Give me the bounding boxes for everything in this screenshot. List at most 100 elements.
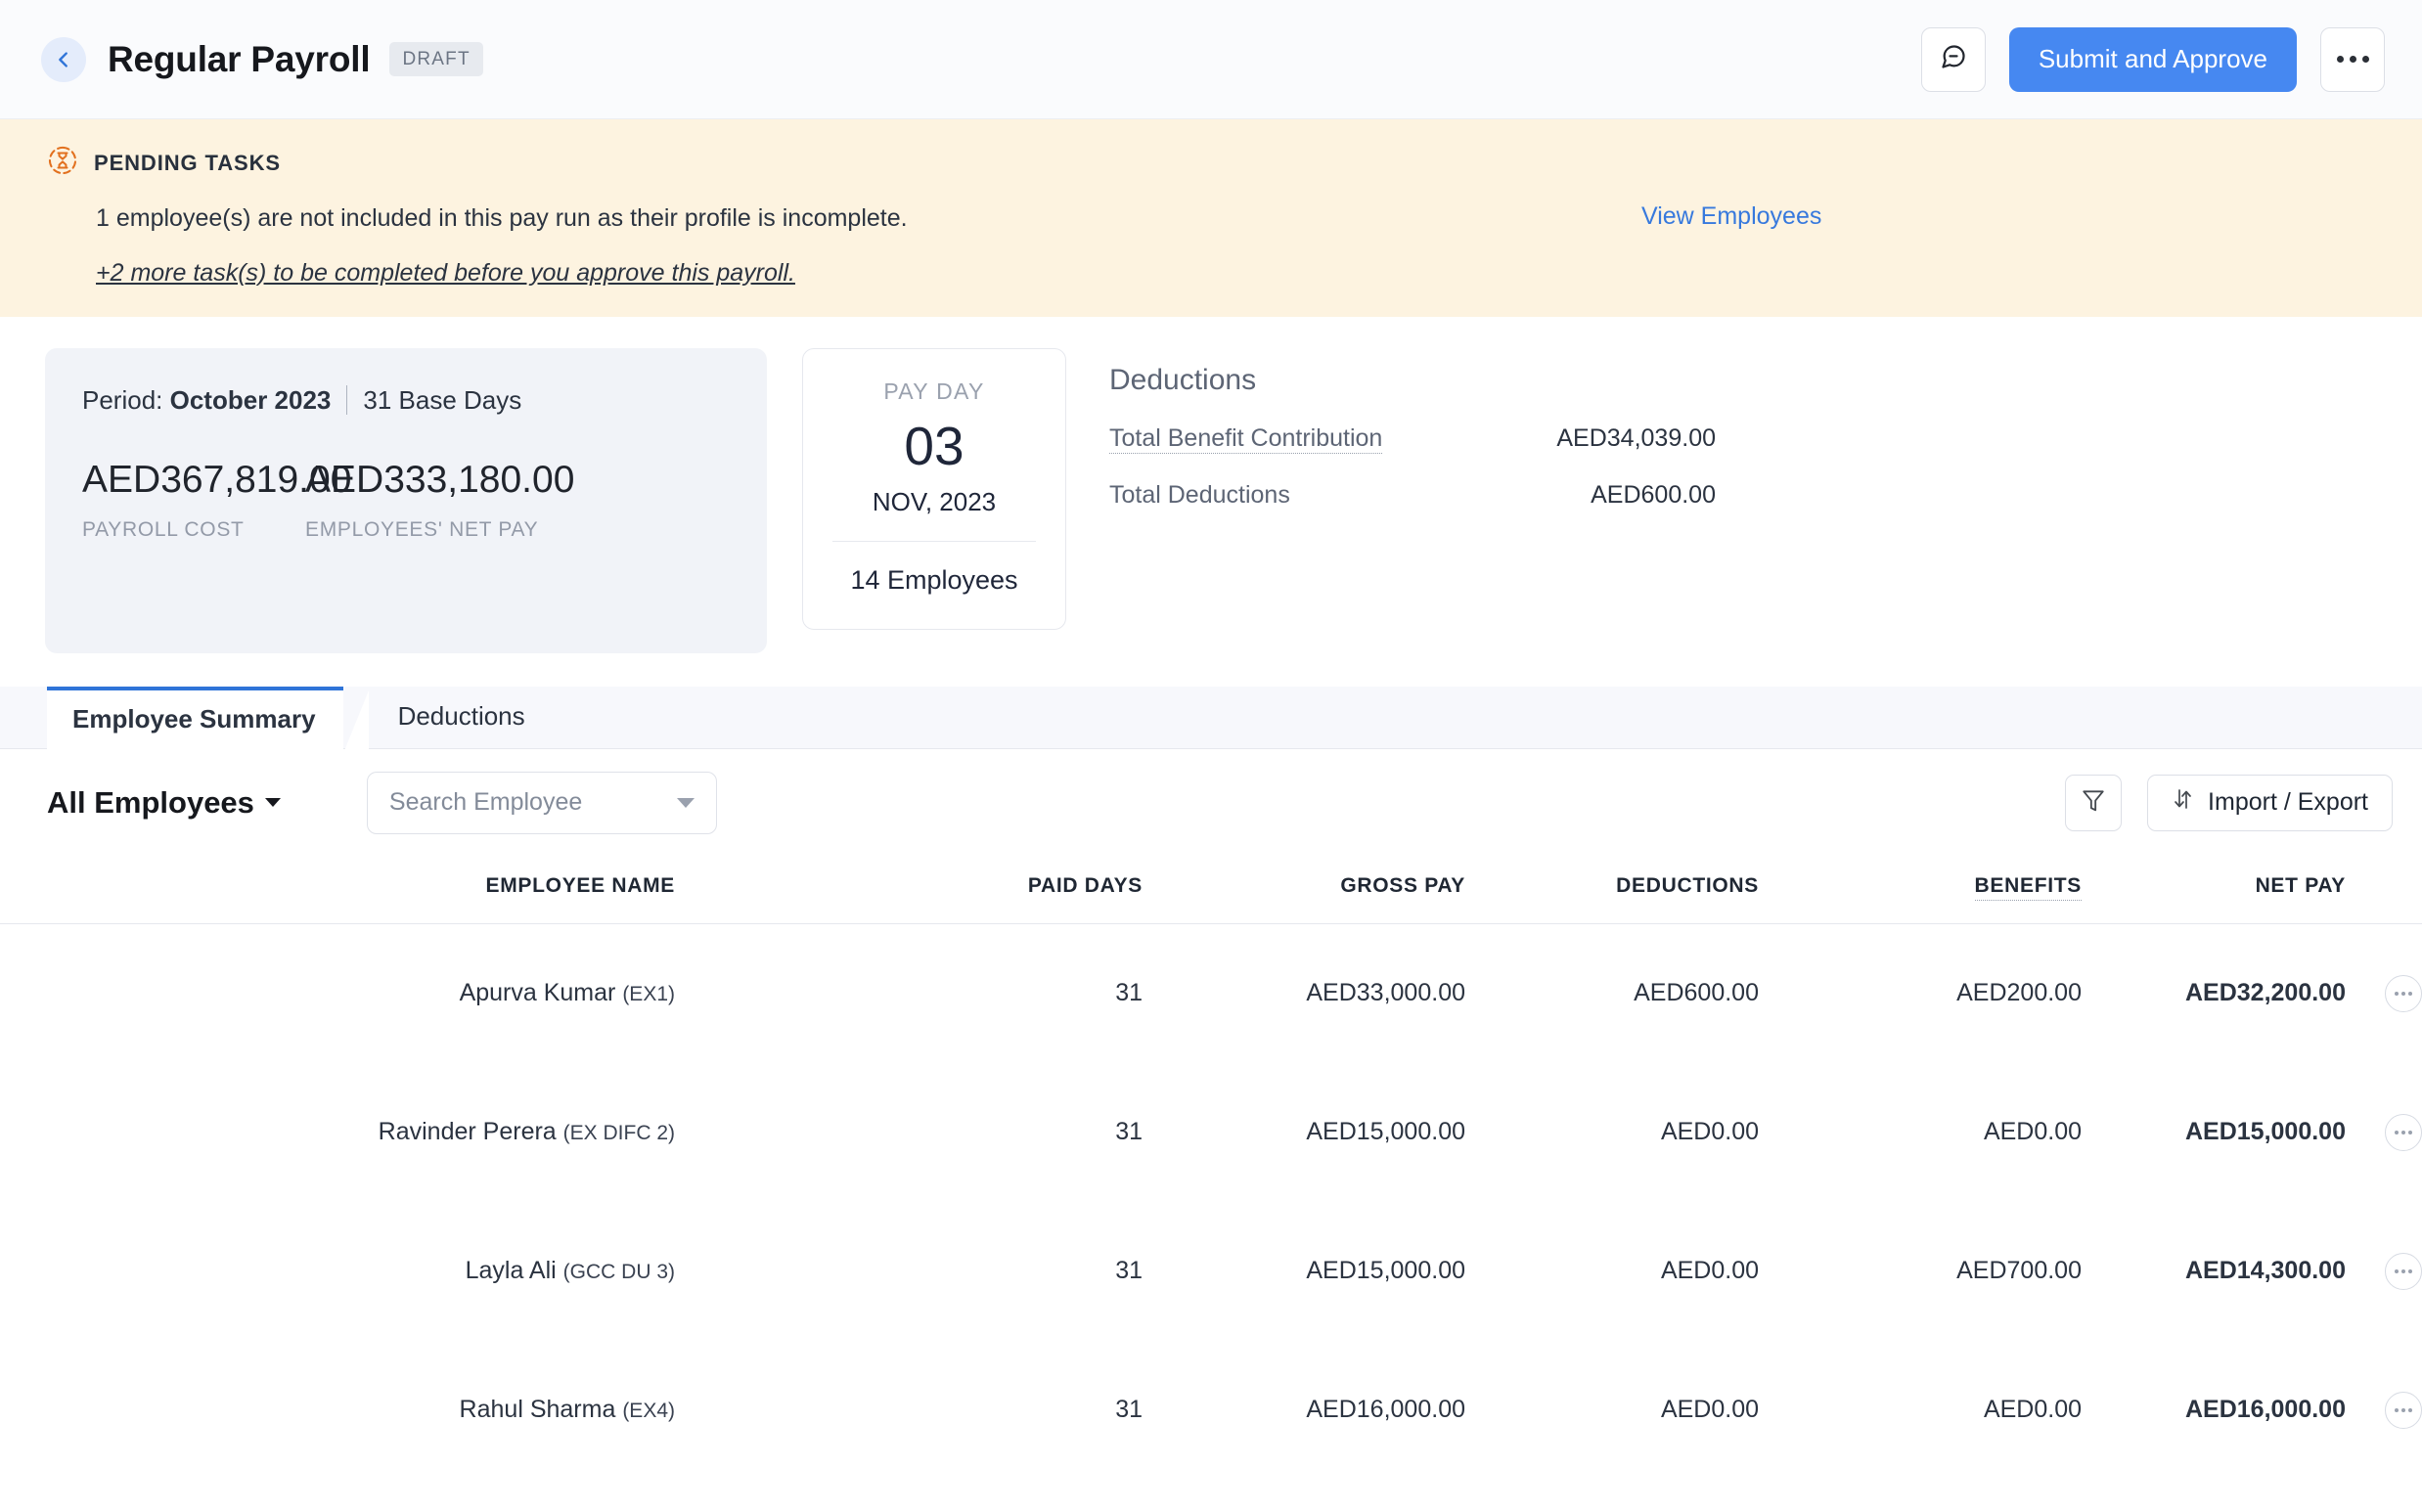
more-tasks-link[interactable]: +2 more task(s) to be completed before y… bbox=[96, 259, 795, 288]
cell-paid-days: 31 bbox=[675, 1479, 1143, 1512]
cell-benefits: AED0.00 bbox=[1759, 1340, 2082, 1479]
filter-button[interactable] bbox=[2065, 775, 2122, 831]
import-export-label: Import / Export bbox=[2208, 788, 2368, 817]
app-header: Regular Payroll DRAFT Submit and Approve bbox=[0, 0, 2422, 119]
total-benefit-contribution-value: AED34,039.00 bbox=[1556, 424, 1716, 453]
payroll-cost-label: PAYROLL COST bbox=[82, 518, 305, 542]
cell-gross-pay: AED14,000.00 bbox=[1143, 1479, 1465, 1512]
pay-day-month-year: NOV, 2023 bbox=[829, 487, 1040, 517]
column-deductions: DEDUCTIONS bbox=[1465, 857, 1759, 924]
employee-name: Layla Ali bbox=[466, 1257, 557, 1284]
employee-id: (EX1) bbox=[622, 983, 675, 1005]
tab-bar: Employee Summary Deductions bbox=[0, 687, 2422, 749]
employee-filter-label: All Employees bbox=[47, 785, 254, 821]
cell-deductions: AED0.00 bbox=[1465, 1062, 1759, 1201]
comments-button[interactable] bbox=[1921, 27, 1986, 92]
tab-employee-summary-label: Employee Summary bbox=[72, 704, 316, 734]
pay-day-divider bbox=[832, 541, 1036, 542]
pay-day-day: 03 bbox=[829, 417, 1040, 476]
cell-actions bbox=[2346, 923, 2422, 1062]
cell-benefits: AED0.00 bbox=[1759, 1062, 2082, 1201]
cell-actions bbox=[2346, 1479, 2422, 1512]
net-pay-block: AED333,180.00 EMPLOYEES' NET PAY bbox=[305, 459, 574, 542]
column-net-pay: NET PAY bbox=[2082, 857, 2346, 924]
amounts-row: AED367,819.00 PAYROLL COST AED333,180.00… bbox=[82, 459, 728, 542]
employee-count: 14 Employees bbox=[829, 565, 1040, 596]
deductions-summary: Deductions Total Benefit Contribution AE… bbox=[1109, 348, 1716, 510]
deduction-row: Total Deductions AED600.00 bbox=[1109, 481, 1716, 510]
cell-employee-name: Layla Ali (GCC DU 3) bbox=[0, 1201, 675, 1340]
cell-gross-pay: AED33,000.00 bbox=[1143, 923, 1465, 1062]
more-horizontal-icon bbox=[2337, 56, 2369, 63]
cell-benefits: AED0.00 bbox=[1759, 1479, 2082, 1512]
row-more-options-button[interactable] bbox=[2385, 1114, 2422, 1151]
cell-net-pay: AED16,000.00 bbox=[2082, 1340, 2346, 1479]
net-pay-value: AED333,180.00 bbox=[305, 459, 574, 502]
table-row[interactable]: Jojo Rose (EX5) 31 AED14,000.00 AED0.00 … bbox=[0, 1479, 2422, 1512]
payroll-table: EMPLOYEE NAME PAID DAYS GROSS PAY DEDUCT… bbox=[0, 857, 2422, 1512]
deduction-row: Total Benefit Contribution AED34,039.00 bbox=[1109, 424, 1716, 454]
table-row[interactable]: Layla Ali (GCC DU 3) 31 AED15,000.00 AED… bbox=[0, 1201, 2422, 1340]
pending-tasks-banner: PENDING TASKS 1 employee(s) are not incl… bbox=[0, 119, 2422, 317]
table-row[interactable]: Ravinder Perera (EX DIFC 2) 31 AED15,000… bbox=[0, 1062, 2422, 1201]
cell-gross-pay: AED16,000.00 bbox=[1143, 1340, 1465, 1479]
table-row[interactable]: Rahul Sharma (EX4) 31 AED16,000.00 AED0.… bbox=[0, 1340, 2422, 1479]
comment-bubble-icon bbox=[1940, 43, 1967, 75]
banner-title: PENDING TASKS bbox=[94, 151, 281, 176]
submit-and-approve-button[interactable]: Submit and Approve bbox=[2009, 27, 2297, 92]
employee-filter-dropdown[interactable]: All Employees bbox=[47, 785, 281, 821]
period-prefix: Period: bbox=[82, 385, 162, 416]
column-paid-days: PAID DAYS bbox=[675, 857, 1143, 924]
page-title: Regular Payroll bbox=[108, 39, 370, 80]
tab-deductions[interactable]: Deductions bbox=[343, 686, 555, 748]
cell-net-pay: AED14,000.00 bbox=[2082, 1479, 2346, 1512]
column-benefits-label[interactable]: BENEFITS bbox=[1975, 874, 2082, 901]
row-more-options-button[interactable] bbox=[2385, 1253, 2422, 1290]
sort-arrows-icon bbox=[2172, 786, 2195, 819]
column-actions bbox=[2346, 857, 2422, 924]
table-row[interactable]: Apurva Kumar (EX1) 31 AED33,000.00 AED60… bbox=[0, 923, 2422, 1062]
tab-employee-summary[interactable]: Employee Summary bbox=[47, 687, 343, 749]
cell-deductions: AED0.00 bbox=[1465, 1479, 1759, 1512]
more-options-button[interactable] bbox=[2320, 27, 2385, 92]
cell-actions bbox=[2346, 1062, 2422, 1201]
cell-actions bbox=[2346, 1340, 2422, 1479]
cell-deductions: AED0.00 bbox=[1465, 1201, 1759, 1340]
total-deductions-value: AED600.00 bbox=[1591, 481, 1716, 510]
payroll-cost-card: Period: October 2023 31 Base Days AED367… bbox=[45, 348, 767, 653]
cell-paid-days: 31 bbox=[675, 923, 1143, 1062]
view-employees-link[interactable]: View Employees bbox=[1641, 200, 1821, 231]
row-more-options-button[interactable] bbox=[2385, 1392, 2422, 1429]
cell-gross-pay: AED15,000.00 bbox=[1143, 1201, 1465, 1340]
deductions-title: Deductions bbox=[1109, 364, 1716, 397]
employee-name: Ravinder Perera bbox=[379, 1118, 557, 1145]
hourglass-icon bbox=[47, 145, 78, 181]
cell-employee-name: Rahul Sharma (EX4) bbox=[0, 1340, 675, 1479]
search-employee-box[interactable] bbox=[367, 772, 717, 834]
chevron-down-icon bbox=[265, 798, 281, 807]
total-benefit-contribution-label[interactable]: Total Benefit Contribution bbox=[1109, 424, 1382, 454]
status-badge: DRAFT bbox=[389, 42, 482, 76]
back-button[interactable] bbox=[41, 37, 86, 82]
cell-actions bbox=[2346, 1201, 2422, 1340]
total-deductions-label: Total Deductions bbox=[1109, 481, 1290, 510]
banner-title-row: PENDING TASKS bbox=[47, 145, 2379, 181]
cell-net-pay: AED32,200.00 bbox=[2082, 923, 2346, 1062]
cell-benefits: AED700.00 bbox=[1759, 1201, 2082, 1340]
banner-body: 1 employee(s) are not included in this p… bbox=[47, 200, 2379, 288]
cell-paid-days: 31 bbox=[675, 1340, 1143, 1479]
table-toolbar: All Employees Import / Export bbox=[0, 749, 2422, 857]
period-line: Period: October 2023 31 Base Days bbox=[82, 385, 728, 416]
net-pay-label: EMPLOYEES' NET PAY bbox=[305, 518, 574, 542]
chevron-down-icon bbox=[677, 798, 695, 808]
row-more-options-button[interactable] bbox=[2385, 975, 2422, 1012]
payroll-cost-block: AED367,819.00 PAYROLL COST bbox=[82, 459, 305, 542]
import-export-button[interactable]: Import / Export bbox=[2147, 775, 2393, 831]
tab-deductions-label: Deductions bbox=[398, 701, 525, 732]
column-gross-pay: GROSS PAY bbox=[1143, 857, 1465, 924]
column-employee-name: EMPLOYEE NAME bbox=[0, 857, 675, 924]
cell-gross-pay: AED15,000.00 bbox=[1143, 1062, 1465, 1201]
pay-day-label: PAY DAY bbox=[829, 378, 1040, 405]
period-value: October 2023 bbox=[170, 385, 332, 416]
search-input[interactable] bbox=[389, 788, 669, 817]
